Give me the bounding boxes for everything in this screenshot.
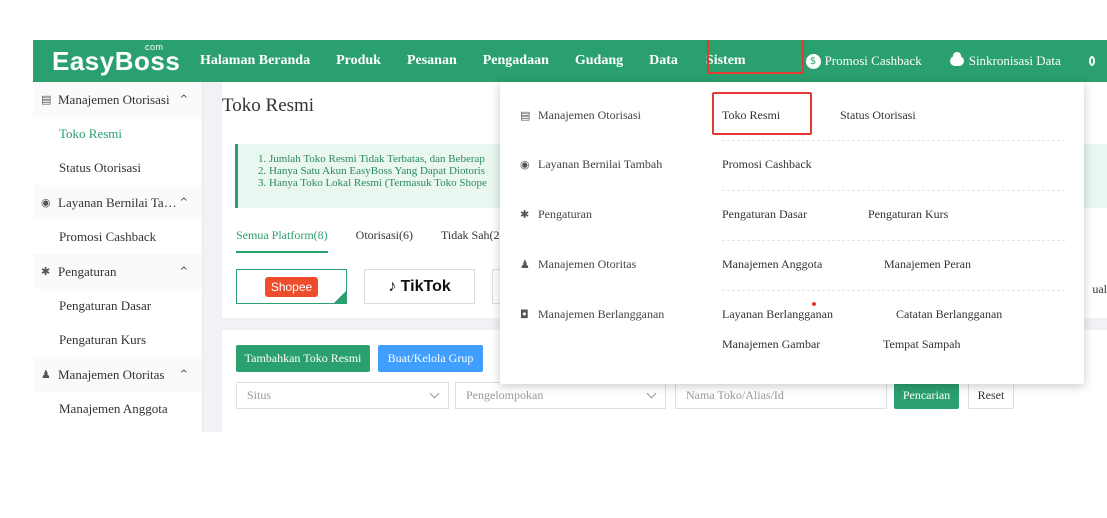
sidebar-group-label: Layanan Bernilai Ta… bbox=[58, 194, 177, 210]
tab-semua-platform[interactable]: Semua Platform(8) bbox=[236, 228, 328, 253]
dd-link-manajemen-gambar[interactable]: Manajemen Gambar bbox=[722, 337, 820, 352]
dd-divider bbox=[722, 140, 1065, 141]
dd-link-manajemen-anggota[interactable]: Manajemen Anggota bbox=[722, 257, 822, 272]
platform-tiktok[interactable]: ♪ TikTok bbox=[364, 269, 475, 304]
page-title: Toko Resmi bbox=[222, 95, 315, 116]
sidebar-item-pengaturan-kurs[interactable]: Pengaturan Kurs bbox=[33, 323, 202, 357]
sistem-dropdown: ▤ Manajemen Otorisasi Toko Resmi Status … bbox=[500, 82, 1084, 384]
store-placeholder: Nama Toko/Alias/Id bbox=[686, 388, 784, 402]
sidebar-item-status-otorisasi[interactable]: Status Otorisasi bbox=[33, 151, 202, 185]
shopee-logo: Shopee bbox=[264, 276, 319, 297]
coin-icon: $ bbox=[805, 53, 821, 69]
caret-up-icon: ^ bbox=[179, 197, 188, 208]
grouping-placeholder: Pengelompokan bbox=[466, 388, 544, 402]
group-button[interactable]: Buat/Kelola Grup bbox=[378, 345, 483, 372]
sidebar-item-pengaturan-dasar[interactable]: Pengaturan Dasar bbox=[33, 289, 202, 323]
user-group-icon: ♟ bbox=[41, 368, 51, 381]
dd-category-label: Pengaturan bbox=[538, 207, 592, 221]
caret-up-icon: ^ bbox=[179, 369, 188, 380]
dd-divider bbox=[722, 190, 1065, 191]
nav-sinkronisasi-label: Sinkronisasi Data bbox=[968, 53, 1061, 68]
list-icon: ▤ bbox=[520, 109, 531, 122]
dd-link-status-otorisasi[interactable]: Status Otorisasi bbox=[840, 108, 916, 123]
dd-link-manajemen-peran[interactable]: Manajemen Peran bbox=[884, 257, 971, 272]
sidebar-group-manajemen-otorisasi[interactable]: ▤ Manajemen Otorisasi ^ bbox=[33, 82, 202, 117]
add-store-button[interactable]: Tambahkan Toko Resmi bbox=[236, 345, 370, 372]
dd-link-pengaturan-dasar[interactable]: Pengaturan Dasar bbox=[722, 207, 807, 222]
platform-list: Shopee ♪ TikTok bbox=[236, 269, 502, 304]
nav-pesanan[interactable]: Pesanan bbox=[407, 53, 457, 69]
list-icon: ▤ bbox=[41, 93, 52, 106]
cloud-icon bbox=[949, 52, 964, 66]
dd-category-label: Manajemen Berlangganan bbox=[538, 307, 665, 321]
top-nav: EasyBoss com Halaman Beranda Produk Pesa… bbox=[33, 40, 1107, 82]
dd-link-tempat-sampah[interactable]: Tempat Sampah bbox=[883, 337, 960, 352]
logo[interactable]: EasyBoss com bbox=[33, 40, 200, 82]
sidebar-group-label: Manajemen Otorisasi bbox=[58, 91, 170, 107]
caret-up-icon: ^ bbox=[179, 94, 188, 105]
dd-link-pengaturan-kurs[interactable]: Pengaturan Kurs bbox=[868, 207, 948, 222]
sidebar-group-pengaturan[interactable]: ✱ Pengaturan ^ bbox=[33, 254, 202, 289]
nav-gudang[interactable]: Gudang bbox=[575, 53, 623, 69]
dd-link-catatan-berlangganan[interactable]: Catatan Berlangganan bbox=[896, 307, 1002, 322]
caret-up-icon: ^ bbox=[179, 266, 188, 277]
sidebar-group-manajemen-otoritas[interactable]: ♟ Manajemen Otoritas ^ bbox=[33, 357, 202, 392]
dd-link-toko-resmi[interactable]: Toko Resmi bbox=[722, 108, 780, 123]
dd-divider bbox=[722, 290, 1065, 291]
sidebar-group-label: Pengaturan bbox=[58, 263, 117, 279]
sidebar-item-toko-resmi[interactable]: Toko Resmi bbox=[33, 117, 202, 151]
site-select[interactable]: Situs bbox=[236, 382, 449, 409]
store-search-input[interactable]: Nama Toko/Alias/Id bbox=[675, 382, 887, 409]
dd-category-manajemen-berlangganan: ◘ Manajemen Berlangganan bbox=[520, 307, 664, 322]
chevron-down-icon bbox=[646, 388, 657, 399]
sidebar-item-manajemen-anggota[interactable]: Manajemen Anggota bbox=[33, 392, 202, 426]
badge-icon: ◉ bbox=[41, 196, 51, 209]
dd-category-label: Manajemen Otorisasi bbox=[538, 108, 641, 122]
tiktok-label: TikTok bbox=[400, 277, 451, 295]
dd-link-promosi-cashback[interactable]: Promosi Cashback bbox=[722, 157, 812, 172]
help-icon[interactable] bbox=[1088, 56, 1095, 66]
gear-icon: ✱ bbox=[520, 208, 530, 221]
user-group-icon: ♟ bbox=[520, 258, 530, 271]
sidebar: ▤ Manajemen Otorisasi ^ Toko Resmi Statu… bbox=[33, 82, 203, 432]
dd-divider bbox=[722, 240, 1065, 241]
brand-suffix: com bbox=[145, 42, 164, 52]
nav-halaman-beranda[interactable]: Halaman Beranda bbox=[200, 53, 310, 69]
sidebar-group-layanan[interactable]: ◉ Layanan Bernilai Ta… ^ bbox=[33, 185, 202, 220]
tab-otorisasi[interactable]: Otorisasi(6) bbox=[356, 228, 413, 253]
dd-category-layanan: ◉ Layanan Bernilai Tambah bbox=[520, 157, 662, 172]
dd-category-manajemen-otorisasi: ▤ Manajemen Otorisasi bbox=[520, 108, 641, 123]
dd-category-label: Layanan Bernilai Tambah bbox=[538, 157, 663, 171]
search-button[interactable]: Pencarian bbox=[894, 382, 959, 409]
nav-produk[interactable]: Produk bbox=[336, 53, 381, 69]
bookmark-icon: ◘ bbox=[520, 308, 529, 321]
chevron-down-icon bbox=[429, 388, 440, 399]
sidebar-item-promosi-cashback[interactable]: Promosi Cashback bbox=[33, 220, 202, 254]
nav-sinkronisasi-data[interactable]: Sinkronisasi Data bbox=[949, 52, 1061, 69]
dd-category-label: Manajemen Otoritas bbox=[538, 257, 637, 271]
nav-data[interactable]: Data bbox=[649, 53, 678, 69]
app-window: EasyBoss com Halaman Beranda Produk Pesa… bbox=[33, 40, 1107, 432]
sidebar-group-label: Manajemen Otoritas bbox=[58, 366, 165, 382]
site-placeholder: Situs bbox=[247, 388, 272, 402]
nav-promosi-label: Promosi Cashback bbox=[824, 53, 922, 68]
platform-shopee[interactable]: Shopee bbox=[236, 269, 347, 304]
platform-tabs: Semua Platform(8) Otorisasi(6) Tidak Sah… bbox=[236, 228, 528, 253]
dd-category-manajemen-otoritas: ♟ Manajemen Otoritas bbox=[520, 257, 636, 272]
tiktok-logo: ♪ TikTok bbox=[388, 277, 451, 295]
gear-icon: ✱ bbox=[41, 265, 51, 278]
nav-promosi-cashback[interactable]: $ Promosi Cashback bbox=[805, 53, 922, 69]
grouping-select[interactable]: Pengelompokan bbox=[455, 382, 666, 409]
reset-button[interactable]: Reset bbox=[968, 382, 1014, 409]
dd-category-pengaturan: ✱ Pengaturan bbox=[520, 207, 592, 222]
nav-sistem[interactable]: Sistem bbox=[706, 53, 746, 69]
badge-icon: ◉ bbox=[520, 158, 530, 171]
tab-tidak-sah[interactable]: Tidak Sah(2 bbox=[441, 228, 500, 253]
new-badge-dot bbox=[812, 302, 816, 306]
partial-label: ual bbox=[1092, 282, 1107, 296]
dd-link-layanan-berlangganan[interactable]: Layanan Berlangganan bbox=[722, 307, 833, 322]
nav-pengadaan[interactable]: Pengadaan bbox=[483, 53, 549, 69]
